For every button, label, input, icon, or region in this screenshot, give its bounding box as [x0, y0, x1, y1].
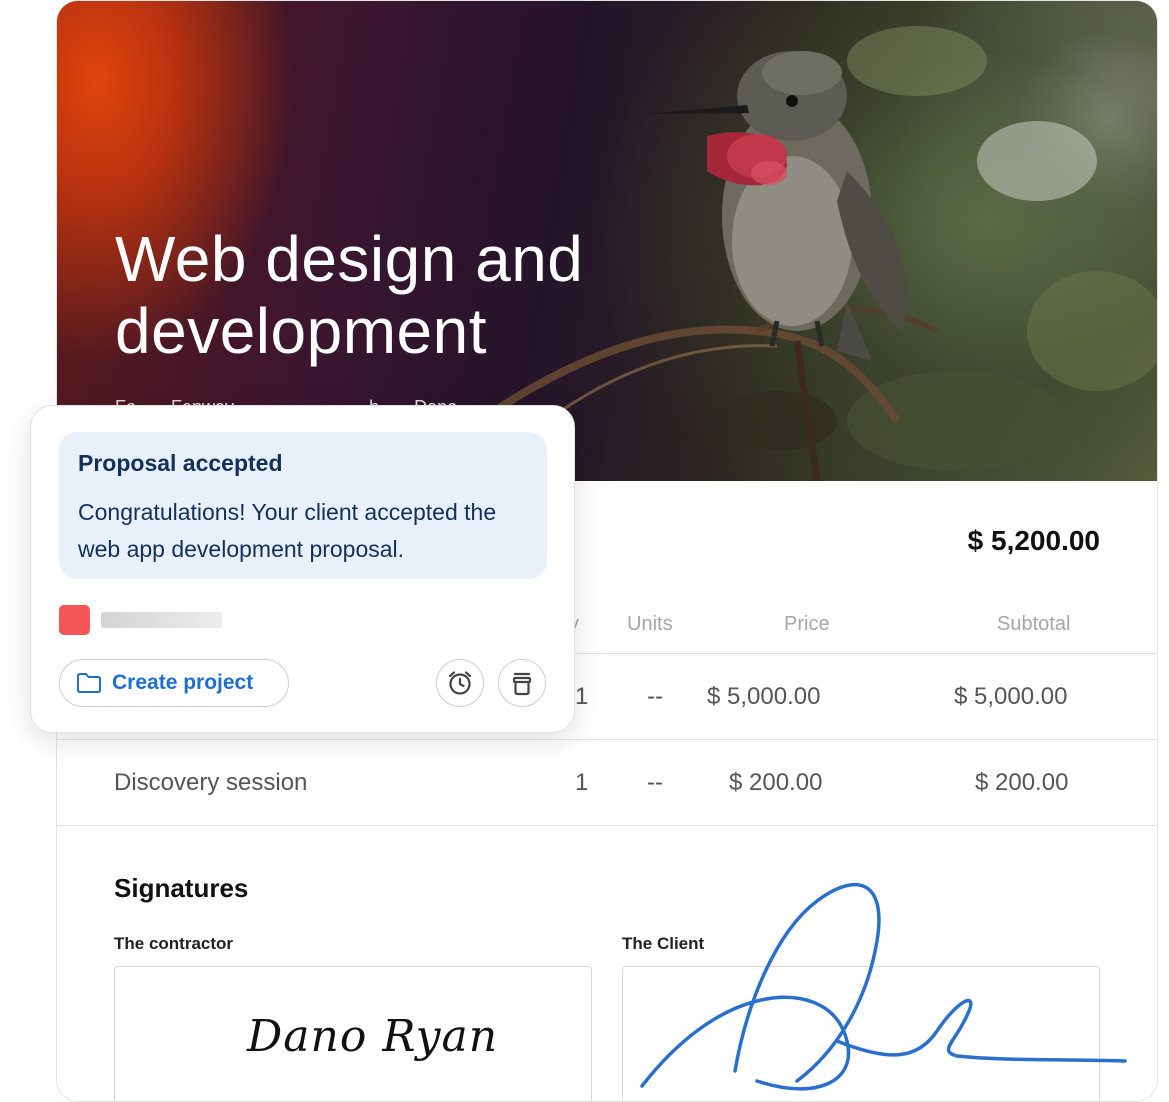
trash-icon	[509, 669, 535, 697]
table-divider	[57, 825, 1157, 826]
signatures-heading: Signatures	[114, 873, 249, 903]
row-price: $ 5,000.00	[707, 683, 821, 710]
row-item-name: Discovery session	[114, 769, 308, 796]
notification-popup: Proposal accepted Congratulations! Your …	[30, 405, 575, 733]
client-name-placeholder	[101, 612, 222, 628]
proposal-title: Web design and development	[115, 223, 584, 367]
column-header-subtotal: Subtotal	[997, 613, 1071, 635]
create-project-button[interactable]: Create project	[59, 659, 289, 707]
alarm-clock-icon	[446, 669, 474, 697]
row-units: --	[647, 683, 663, 710]
folder-icon	[76, 672, 102, 694]
alert-message: Congratulations! Your client accepted th…	[78, 499, 497, 562]
snooze-button[interactable]	[436, 659, 484, 707]
row-quantity: 1	[575, 683, 589, 710]
row-quantity: 1	[575, 769, 589, 796]
row-subtotal: $ 5,000.00	[954, 683, 1068, 710]
row-subtotal: $ 200.00	[975, 769, 1069, 796]
client-signature-box[interactable]	[622, 966, 1100, 1101]
column-header-price: Price	[784, 613, 830, 635]
alert-title: Proposal accepted	[78, 450, 283, 476]
proposal-accepted-alert: Proposal accepted Congratulations! Your …	[59, 432, 547, 579]
contractor-signature: Dano Ryan	[247, 1011, 499, 1062]
table-divider	[57, 739, 1157, 740]
proposal-total: $ 5,200.00	[967, 525, 1100, 556]
client-color-swatch	[59, 605, 90, 635]
column-header-units: Units	[627, 613, 673, 635]
row-price: $ 200.00	[729, 769, 823, 796]
contractor-label: The contractor	[114, 934, 234, 953]
client-label: The Client	[622, 934, 705, 953]
row-units: --	[647, 769, 663, 796]
delete-button[interactable]	[498, 659, 546, 707]
create-project-label: Create project	[112, 671, 254, 694]
